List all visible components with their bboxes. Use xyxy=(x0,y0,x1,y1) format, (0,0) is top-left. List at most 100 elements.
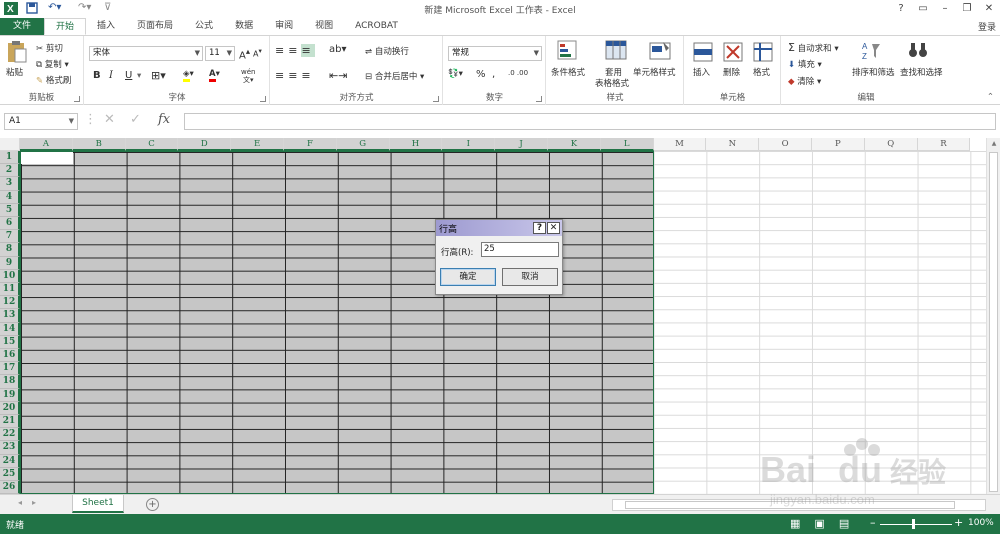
ribbon-display-icon[interactable]: ▭ xyxy=(912,0,934,18)
row-header[interactable]: 3 xyxy=(0,177,20,191)
column-header[interactable]: H xyxy=(389,138,443,151)
autosum-button[interactable]: Σ 自动求和 ▾ xyxy=(788,41,839,54)
add-sheet-icon[interactable]: + xyxy=(146,498,159,511)
collapse-ribbon-icon[interactable]: ⌃ xyxy=(987,92,994,102)
font-size-select[interactable]: 11 ▼ xyxy=(205,46,235,61)
grow-font-button[interactable]: A▴ xyxy=(239,46,250,61)
row-header[interactable]: 25 xyxy=(0,467,20,481)
percent-button[interactable]: % xyxy=(476,69,486,80)
login-link[interactable]: 登录 xyxy=(978,20,996,33)
format-as-table-icon[interactable] xyxy=(605,40,627,65)
column-header[interactable]: R xyxy=(917,138,971,151)
tab-acrobat[interactable]: ACROBAT xyxy=(344,18,409,35)
alignment-launcher-icon[interactable] xyxy=(433,96,439,102)
format-cells-button[interactable]: 格式 xyxy=(753,66,770,78)
fill-button[interactable]: ⬇ 填充 ▾ xyxy=(788,58,822,70)
cancel-button[interactable]: 取消 xyxy=(502,268,558,286)
row-header[interactable]: 9 xyxy=(0,256,20,270)
column-header[interactable]: L xyxy=(600,138,654,151)
format-painter-button[interactable]: ✎ 格式刷 xyxy=(36,74,71,86)
font-name-select[interactable]: 宋体 ▼ xyxy=(89,46,203,61)
column-header[interactable]: E xyxy=(231,138,284,151)
column-header[interactable]: O xyxy=(759,138,812,151)
shrink-font-button[interactable]: A▾ xyxy=(253,47,262,59)
paste-button[interactable] xyxy=(6,40,28,64)
find-select-button[interactable]: 查找和选择 xyxy=(900,66,943,78)
number-launcher-icon[interactable] xyxy=(536,96,542,102)
row-header[interactable]: 15 xyxy=(0,335,20,349)
page-break-view-icon[interactable]: ▤ xyxy=(839,517,863,530)
insert-function-icon[interactable]: fx xyxy=(158,112,170,127)
orientation-icon[interactable]: ab▾ xyxy=(329,44,347,55)
close-icon[interactable]: ✕ xyxy=(547,222,560,234)
tab-view[interactable]: 视图 xyxy=(304,18,344,35)
conditional-format-icon[interactable] xyxy=(557,40,581,65)
merge-center-button[interactable]: ⊟ 合并后居中 ▾ xyxy=(365,70,424,82)
select-all-corner[interactable] xyxy=(0,138,20,151)
row-header[interactable]: 7 xyxy=(0,230,20,244)
row-header[interactable]: 23 xyxy=(0,441,20,455)
decimal-icons[interactable]: .0 .00 xyxy=(508,69,528,77)
name-box[interactable]: A1 ▼ xyxy=(4,113,78,130)
row-header[interactable]: 10 xyxy=(0,269,20,283)
vertical-align-icons[interactable]: ≡≡≡ xyxy=(275,44,315,57)
row-header[interactable]: 12 xyxy=(0,296,20,310)
column-header[interactable]: J xyxy=(495,138,548,151)
scroll-up-icon[interactable]: ▲ xyxy=(987,140,1000,147)
delete-cells-button[interactable]: 删除 xyxy=(723,66,740,78)
zoom-knob[interactable] xyxy=(912,519,915,529)
selected-range[interactable] xyxy=(20,151,654,494)
tab-review[interactable]: 审阅 xyxy=(264,18,304,35)
row-header[interactable]: 19 xyxy=(0,388,20,402)
zoom-in-icon[interactable]: + xyxy=(954,516,963,529)
row-header[interactable]: 24 xyxy=(0,454,20,468)
row-header[interactable]: 17 xyxy=(0,362,20,376)
format-as-table-label2[interactable]: 表格格式 xyxy=(595,77,629,89)
font-launcher-icon[interactable] xyxy=(260,96,266,102)
column-header[interactable]: M xyxy=(653,138,707,151)
page-layout-view-icon[interactable]: ▣ xyxy=(814,517,838,530)
column-header[interactable]: G xyxy=(336,138,390,151)
wrap-text-button[interactable]: ⇌ 自动换行 xyxy=(365,45,409,57)
confirm-entry-icon[interactable]: ✓ xyxy=(130,112,141,127)
close-icon[interactable]: ✕ xyxy=(978,0,1000,18)
restore-icon[interactable]: ❐ xyxy=(956,0,978,18)
column-header[interactable]: A xyxy=(20,138,73,151)
number-format-select[interactable]: 常规 ▼ xyxy=(448,46,542,61)
row-header[interactable]: 13 xyxy=(0,309,20,323)
horizontal-align-icons[interactable]: ≡≡≡ xyxy=(275,69,315,82)
clipboard-launcher-icon[interactable] xyxy=(74,96,80,102)
dialog-title-bar[interactable]: 行高 ? ✕ xyxy=(436,220,562,236)
sort-filter-icon[interactable]: AZ xyxy=(862,40,882,65)
help-icon[interactable]: ? xyxy=(533,222,546,234)
column-header[interactable]: I xyxy=(442,138,496,151)
format-cells-icon[interactable] xyxy=(753,42,773,65)
column-header[interactable]: B xyxy=(72,138,126,151)
row-height-input[interactable]: 25 xyxy=(481,242,559,257)
row-header[interactable]: 22 xyxy=(0,428,20,442)
column-header[interactable]: C xyxy=(125,138,179,151)
tab-home[interactable]: 开始 xyxy=(44,18,87,35)
row-header[interactable]: 16 xyxy=(0,349,20,363)
tab-formulas[interactable]: 公式 xyxy=(184,18,224,35)
clear-button[interactable]: ◆ 清除 ▾ xyxy=(788,75,821,87)
minimize-icon[interactable]: – xyxy=(934,0,956,18)
help-icon[interactable]: ? xyxy=(890,0,912,18)
paste-label[interactable]: 粘贴 xyxy=(6,66,23,78)
row-header[interactable]: 2 xyxy=(0,164,20,178)
column-header[interactable]: F xyxy=(284,138,337,151)
row-header[interactable]: 21 xyxy=(0,415,20,429)
cancel-entry-icon[interactable]: ✕ xyxy=(104,112,115,127)
tab-data[interactable]: 数据 xyxy=(224,18,264,35)
zoom-slider[interactable]: – + xyxy=(870,516,963,530)
cell-styles-button[interactable]: 单元格样式 xyxy=(633,66,676,78)
row-header[interactable]: 4 xyxy=(0,190,20,204)
zoom-level[interactable]: 100% xyxy=(968,518,994,528)
row-header[interactable]: 14 xyxy=(0,322,20,336)
cell-styles-icon[interactable] xyxy=(649,40,671,65)
column-header[interactable]: P xyxy=(812,138,865,151)
row-header[interactable]: 5 xyxy=(0,203,20,217)
row-header[interactable]: 20 xyxy=(0,401,20,415)
font-color-icon[interactable]: A▾ xyxy=(209,69,220,82)
active-cell[interactable] xyxy=(21,152,73,164)
